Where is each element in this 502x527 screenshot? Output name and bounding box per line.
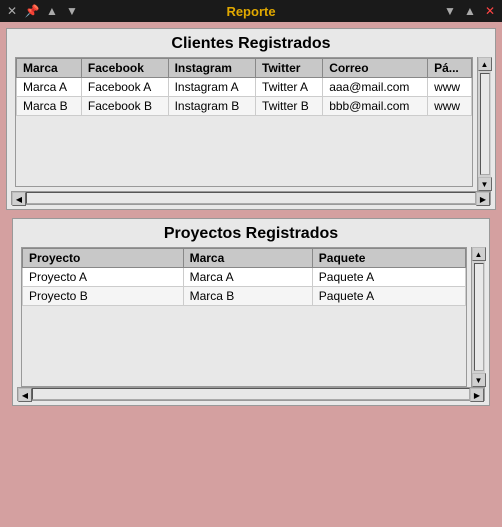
table-row: Marca BFacebook BInstagram BTwitter Bbbb… [17,97,472,116]
hscroll-left-btn[interactable]: ◀ [12,192,26,206]
title-bar-left: ✕ 📌 ▲ ▼ [4,3,80,19]
proyectos-table-wrapper[interactable]: Proyecto Marca Paquete Proyecto AMarca A… [21,247,467,387]
clientes-header-row: Marca Facebook Instagram Twitter Correo … [17,59,472,78]
table-row: Marca AFacebook AInstagram ATwitter Aaaa… [17,78,472,97]
scroll-down-btn[interactable]: ▼ [478,177,492,191]
window-close-icon[interactable]: ✕ [482,3,498,19]
table-cell: Twitter B [256,97,323,116]
proyectos-title: Proyectos Registrados [13,219,489,247]
col-proyecto: Proyecto [23,249,184,268]
table-cell: Twitter A [256,78,323,97]
clientes-hscrollbar[interactable]: ◀ ▶ [11,191,491,205]
pscroll-down-btn[interactable]: ▼ [472,373,486,387]
main-content: Clientes Registrados Marca Facebook Inst… [0,22,502,418]
table-cell: Marca B [183,287,312,306]
col-twitter: Twitter [256,59,323,78]
title-bar-right: ▼ ▲ ✕ [442,3,498,19]
proyectos-section: Proyectos Registrados Proyecto Marca Paq… [12,218,490,406]
clientes-title: Clientes Registrados [7,29,495,57]
table-cell: aaa@mail.com [323,78,428,97]
chevron-down-icon[interactable]: ▼ [442,3,458,19]
table-cell: Marca A [17,78,82,97]
scroll-up-btn[interactable]: ▲ [478,57,492,71]
table-cell: Instagram A [168,78,255,97]
proyectos-hscrollbar[interactable]: ◀ ▶ [17,387,485,401]
table-cell: Proyecto B [23,287,184,306]
close-icon[interactable]: ✕ [4,3,20,19]
table-cell: Paquete A [312,268,465,287]
chevron-up-icon[interactable]: ▲ [462,3,478,19]
col-marca: Marca [17,59,82,78]
table-cell: Facebook B [81,97,168,116]
table-cell: www [428,78,472,97]
proyectos-header-row: Proyecto Marca Paquete [23,249,466,268]
clientes-section: Clientes Registrados Marca Facebook Inst… [6,28,496,210]
table-cell: Marca A [183,268,312,287]
proyectos-table: Proyecto Marca Paquete Proyecto AMarca A… [22,248,466,306]
table-cell: Paquete A [312,287,465,306]
table-cell: Facebook A [81,78,168,97]
pin-icon[interactable]: 📌 [24,3,40,19]
table-cell: Instagram B [168,97,255,116]
scroll-track-v[interactable] [480,73,490,175]
col-marca-p: Marca [183,249,312,268]
phscroll-right-btn[interactable]: ▶ [470,388,484,402]
window-title: Reporte [226,4,275,19]
clientes-scrollbar-v[interactable]: ▲ ▼ [477,57,491,191]
table-row: Proyecto BMarca BPaquete A [23,287,466,306]
up-icon[interactable]: ▲ [44,3,60,19]
table-row: Proyecto AMarca APaquete A [23,268,466,287]
clientes-table-wrapper[interactable]: Marca Facebook Instagram Twitter Correo … [15,57,473,187]
clientes-table: Marca Facebook Instagram Twitter Correo … [16,58,472,116]
col-facebook: Facebook [81,59,168,78]
col-paquete: Paquete [312,249,465,268]
col-instagram: Instagram [168,59,255,78]
table-cell: Marca B [17,97,82,116]
table-cell: bbb@mail.com [323,97,428,116]
hscroll-track[interactable] [26,192,476,204]
table-cell: www [428,97,472,116]
phscroll-left-btn[interactable]: ◀ [18,388,32,402]
col-correo: Correo [323,59,428,78]
col-pagina: Pá... [428,59,472,78]
proyectos-scrollbar-v[interactable]: ▲ ▼ [471,247,485,387]
hscroll-right-btn[interactable]: ▶ [476,192,490,206]
table-cell: Proyecto A [23,268,184,287]
title-bar: ✕ 📌 ▲ ▼ Reporte ▼ ▲ ✕ [0,0,502,22]
pscroll-track-v[interactable] [474,263,484,371]
pscroll-up-btn[interactable]: ▲ [472,247,486,261]
phscroll-track[interactable] [32,388,470,400]
down-icon[interactable]: ▼ [64,3,80,19]
